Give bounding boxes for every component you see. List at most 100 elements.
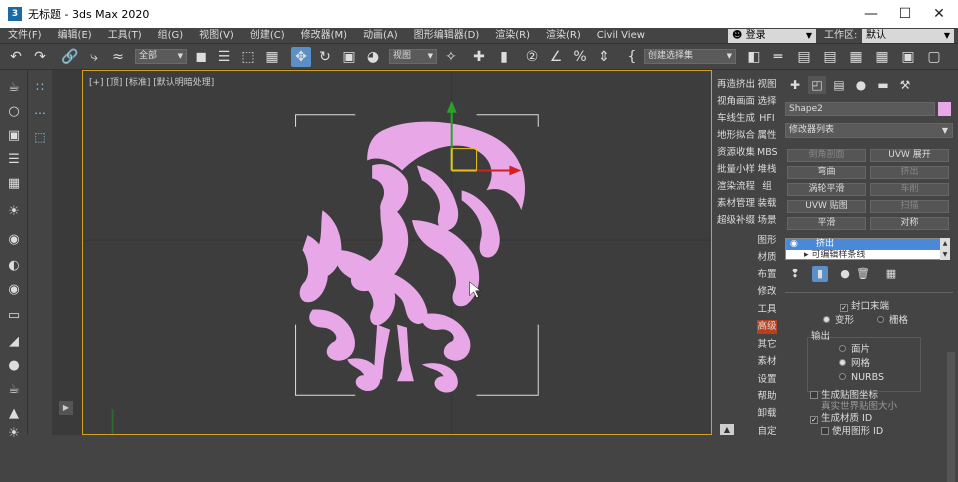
object-name-field[interactable]: Shape2 bbox=[785, 102, 935, 116]
layer-explorer-icon[interactable]: ▤ bbox=[794, 47, 814, 67]
remove-modifier-icon[interactable]: 🗑 bbox=[855, 266, 871, 282]
maximize-button[interactable]: ☐ bbox=[888, 0, 922, 28]
grid-radio[interactable]: 栅格 bbox=[877, 315, 908, 327]
plugin-item[interactable]: 材质 bbox=[757, 251, 777, 265]
plugin-item[interactable]: 图形 bbox=[757, 234, 777, 248]
spinner-snap-icon[interactable]: ⇕ bbox=[594, 47, 614, 67]
mesh-radio[interactable]: 网格 bbox=[839, 358, 870, 370]
link-icon[interactable]: 🔗 bbox=[60, 47, 80, 67]
plugin-item[interactable]: 其它 bbox=[757, 338, 777, 352]
ref-coord-dropdown[interactable]: 视图 ▼ bbox=[389, 49, 437, 64]
plugin-item[interactable]: 属性 bbox=[757, 129, 777, 143]
plugin-item[interactable]: 车线生成 bbox=[716, 112, 756, 126]
close-button[interactable]: ✕ bbox=[922, 0, 956, 28]
dotted-line-icon[interactable]: ⋯ bbox=[30, 104, 50, 122]
align-icon[interactable]: ═ bbox=[768, 47, 788, 67]
grid-icon[interactable]: ▦ bbox=[4, 174, 24, 194]
bind-spacewarp-icon[interactable]: ≈ bbox=[108, 47, 128, 67]
plugin-item[interactable]: 设置 bbox=[757, 373, 777, 387]
snap-toggle-icon[interactable]: ② bbox=[522, 47, 542, 67]
stack-item-editable-spline[interactable]: ▸ 可编辑样条线 bbox=[786, 250, 949, 260]
viewport-top[interactable]: [+] [顶] [标准] [默认明暗处理] bbox=[82, 70, 712, 435]
pivot-center-icon[interactable]: ✧ bbox=[441, 47, 461, 67]
sweep-button[interactable]: 扫描 bbox=[870, 200, 949, 213]
plugin-item[interactable]: 选择 bbox=[757, 95, 777, 109]
morph-radio[interactable]: 变形 bbox=[823, 315, 854, 327]
plugin-item[interactable]: 素材管理 bbox=[716, 197, 756, 211]
show-end-result-icon[interactable]: ▮ bbox=[812, 266, 828, 282]
menu-graph-editors[interactable]: 图形编辑器(D) bbox=[406, 28, 488, 44]
plugin-item[interactable]: 地形拟合 bbox=[716, 129, 756, 143]
camera-icon[interactable]: ◉ bbox=[4, 230, 24, 250]
cap-end-checkbox[interactable]: ✓ 封口末端 bbox=[840, 301, 889, 313]
plugin-item[interactable]: HFI bbox=[757, 112, 777, 126]
modify-tab-icon[interactable]: ◰ bbox=[808, 76, 826, 94]
plugin-item[interactable]: 装载 bbox=[757, 197, 777, 211]
plugin-item[interactable]: 视图 bbox=[757, 78, 777, 92]
rotate-icon[interactable]: ↻ bbox=[315, 47, 335, 67]
plane-icon[interactable]: ▭ bbox=[4, 306, 24, 326]
eye-icon[interactable]: ◉ bbox=[790, 239, 798, 250]
select-by-name-icon[interactable]: ☰ bbox=[214, 47, 234, 67]
teapot-icon[interactable]: ☕ bbox=[4, 78, 24, 98]
plugin-item[interactable]: 布置 bbox=[757, 268, 777, 282]
utilities-tab-icon[interactable]: ⚒ bbox=[896, 76, 914, 94]
percent-snap-icon[interactable]: % bbox=[570, 47, 590, 67]
gen-mat-ids-checkbox[interactable]: ✓ 生成材质 ID bbox=[810, 413, 872, 425]
plugin-item[interactable]: 场景 bbox=[757, 214, 777, 228]
named-selection-dropdown[interactable]: 创建选择集 ▼ bbox=[644, 49, 736, 64]
menu-create[interactable]: 创建(C) bbox=[242, 28, 293, 44]
material-editor-icon[interactable]: ▣ bbox=[898, 47, 918, 67]
undo-icon[interactable]: ↶ bbox=[6, 47, 26, 67]
play-icon[interactable]: ▶ bbox=[59, 401, 73, 415]
camera-rig-icon[interactable]: ◉ bbox=[4, 280, 24, 300]
redo-icon[interactable]: ↷ bbox=[30, 47, 50, 67]
scale-icon[interactable]: ▣ bbox=[339, 47, 359, 67]
extrude-button[interactable]: 挤出 bbox=[870, 166, 949, 179]
stack-item-extrude[interactable]: ◉ 挤出 bbox=[786, 239, 949, 250]
menu-animation[interactable]: 动画(A) bbox=[355, 28, 406, 44]
mirror-icon[interactable]: ◧ bbox=[744, 47, 764, 67]
hemisphere-icon[interactable]: ◢ bbox=[4, 332, 24, 352]
place-icon[interactable]: ◕ bbox=[363, 47, 383, 67]
rect-selection-icon[interactable]: ⬚ bbox=[238, 47, 258, 67]
teapot2-icon[interactable]: ☕ bbox=[4, 380, 24, 400]
curve-editor-icon[interactable]: ▦ bbox=[846, 47, 866, 67]
symmetry-button[interactable]: 对称 bbox=[870, 217, 949, 230]
modifier-list-dropdown[interactable]: 修改器列表 ▼ bbox=[785, 123, 953, 138]
dotted-select-icon[interactable]: ∷ bbox=[30, 78, 50, 96]
smooth-button[interactable]: 平滑 bbox=[787, 217, 866, 230]
menu-modifiers[interactable]: 修改器(M) bbox=[293, 28, 355, 44]
menu-civil-view[interactable]: Civil View bbox=[589, 28, 653, 44]
uvw-unwrap-button[interactable]: UVW 展开 bbox=[870, 149, 949, 162]
plugin-item[interactable]: 堆栈 bbox=[757, 163, 777, 177]
list-icon[interactable]: ☰ bbox=[4, 150, 24, 170]
move-icon[interactable]: ✥ bbox=[291, 47, 311, 67]
plugin-item[interactable]: 视角画面 bbox=[716, 95, 756, 109]
make-unique-icon[interactable]: ● bbox=[837, 266, 853, 282]
keyboard-shortcut-icon[interactable]: ▮ bbox=[494, 47, 514, 67]
menu-rendering[interactable]: 渲染(R) bbox=[487, 28, 538, 44]
lathe-button[interactable]: 车削 bbox=[870, 183, 949, 196]
create-tab-icon[interactable]: ✚ bbox=[786, 76, 804, 94]
menu-edit[interactable]: 编辑(E) bbox=[50, 28, 100, 44]
expand-icon[interactable]: ▲ bbox=[720, 424, 734, 435]
render-frame-icon[interactable]: ▣ bbox=[4, 126, 24, 146]
nurbs-radio[interactable]: NURBS bbox=[839, 372, 884, 384]
menu-rendering-2[interactable]: 渲染(R) bbox=[538, 28, 589, 44]
stack-scrollbar[interactable]: ▲ ▼ bbox=[940, 238, 950, 260]
patch-radio[interactable]: 面片 bbox=[839, 344, 870, 356]
viewport-label[interactable]: [+] [顶] [标准] [默认明暗处理] bbox=[89, 75, 214, 88]
select-object-icon[interactable]: ◼ bbox=[191, 47, 211, 67]
plugin-item[interactable]: 资源收集 bbox=[716, 146, 756, 160]
menu-group[interactable]: 组(G) bbox=[150, 28, 192, 44]
plugin-item[interactable]: 素材 bbox=[757, 355, 777, 369]
plugin-item[interactable]: 工具 bbox=[757, 303, 777, 317]
select-manipulate-icon[interactable]: ✚ bbox=[469, 47, 489, 67]
unlink-icon[interactable]: ⤷ bbox=[84, 47, 104, 67]
configure-sets-icon[interactable]: ▦ bbox=[883, 266, 899, 282]
sphere-icon[interactable]: ● bbox=[4, 356, 24, 376]
display-tab-icon[interactable]: ▬ bbox=[874, 76, 892, 94]
selection-filter-dropdown[interactable]: 全部 ▼ bbox=[135, 49, 187, 64]
workspace-dropdown[interactable]: 默认 ▼ bbox=[862, 29, 954, 43]
